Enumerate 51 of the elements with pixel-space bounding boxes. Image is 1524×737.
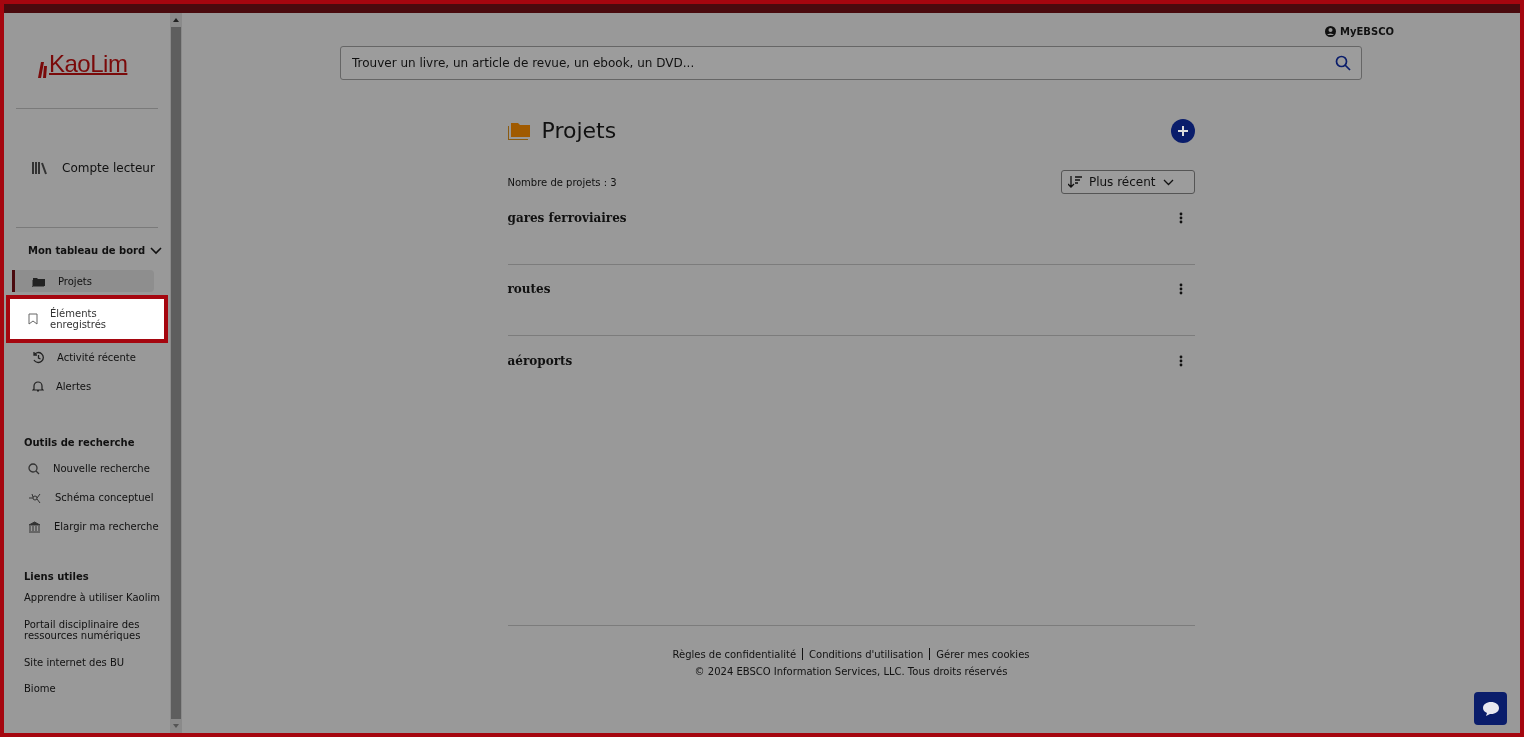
- folder-icon: [507, 121, 532, 140]
- bookmark-icon: [28, 313, 38, 325]
- user-menu[interactable]: MyEBSCO: [1325, 26, 1394, 37]
- books-icon: [32, 161, 48, 175]
- logo[interactable]: KaoLim: [36, 50, 170, 78]
- search-icon: [28, 462, 40, 475]
- footer-link[interactable]: Conditions d'utilisation: [809, 648, 924, 660]
- plus-icon: [1177, 125, 1188, 136]
- sidebar-item[interactable]: Schéma conceptuel: [4, 483, 170, 512]
- sidebar-link[interactable]: Biome: [4, 683, 170, 695]
- page-title: Projets: [541, 118, 618, 143]
- sidebar-item[interactable]: Projets: [12, 270, 154, 292]
- speech-bubble-icon: [1481, 700, 1500, 717]
- network-icon: [28, 491, 42, 504]
- sort-dropdown[interactable]: Plus récent: [1060, 170, 1195, 194]
- project-link[interactable]: routes: [507, 282, 551, 296]
- chevron-icon[interactable]: [150, 246, 162, 255]
- more-icon[interactable]: [1178, 354, 1183, 367]
- chevron-icon: [1162, 178, 1174, 186]
- section-title: Mon tableau de bord: [27, 245, 146, 256]
- sidebar-link[interactable]: Site internet des BU: [4, 656, 170, 668]
- sidebar-link[interactable]: Apprendre à utiliser Kaolim: [4, 592, 170, 604]
- project-count: Nombre de projets : 3: [507, 176, 617, 188]
- sidebar-item[interactable]: Activité récente: [12, 343, 154, 372]
- chat-button[interactable]: [1474, 692, 1507, 725]
- more-icon[interactable]: [1178, 212, 1183, 224]
- books-icon: [36, 60, 48, 78]
- search-icon[interactable]: [1335, 55, 1351, 71]
- account-link[interactable]: Compte lecteur: [4, 109, 170, 227]
- scrollbar[interactable]: [170, 13, 182, 733]
- more-icon[interactable]: [1178, 283, 1183, 295]
- bank-icon: [28, 520, 41, 533]
- sort-icon: [1067, 176, 1082, 188]
- sidebar-item[interactable]: Nouvelle recherche: [4, 454, 170, 483]
- folder-icon: [32, 275, 46, 287]
- project-link[interactable]: gares ferroviaires: [507, 211, 627, 225]
- copyright-text: © 2024 EBSCO Information Services, LLC. Tous droits réservés: [694, 666, 1008, 677]
- sidebar-item[interactable]: Elargir ma recherche: [4, 512, 170, 541]
- sidebar-link[interactable]: Portail disciplinaire des ressources numériques: [4, 618, 170, 642]
- footer-link[interactable]: Règles de confidentialité: [672, 648, 797, 660]
- history-icon: [32, 351, 45, 364]
- footer-link[interactable]: Gérer mes cookies: [936, 648, 1030, 660]
- sidebar-item[interactable]: Alertes: [12, 372, 154, 401]
- bell-icon: [32, 380, 44, 393]
- section-title: Liens utiles: [23, 571, 90, 582]
- project-link[interactable]: aéroports: [507, 353, 573, 368]
- search-field[interactable]: Trouver un livre, un article de revue, un ebook, un DVD...: [340, 46, 1362, 80]
- user-icon: [1325, 26, 1337, 37]
- add-button[interactable]: [1170, 118, 1195, 143]
- scroll-up-icon[interactable]: [173, 18, 179, 22]
- section-title: Outils de recherche: [23, 437, 136, 448]
